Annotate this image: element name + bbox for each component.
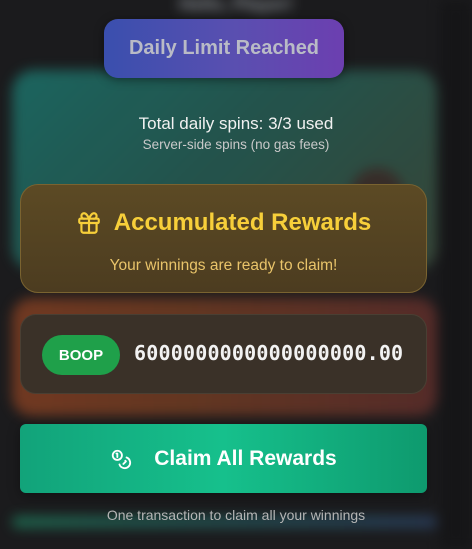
token-symbol: BOOP [58, 346, 104, 364]
rewards-subtitle: Your winnings are ready to claim! [109, 257, 338, 274]
background-header: Hello, Player! [178, 0, 294, 14]
modal-stage: Hello, Player! Daily Limit Reached Total… [0, 0, 472, 549]
daily-limit-label: Daily Limit Reached [128, 37, 320, 59]
claim-button-label: Claim All Rewards [154, 446, 337, 470]
spins-subtext: Server-side spins (no gas fees) [142, 137, 330, 152]
reward-amount-value: 6000000000000000000.00 [134, 341, 404, 365]
claim-all-rewards-button[interactable]: Claim All Rewards [20, 424, 427, 493]
accumulated-rewards-card: Accumulated Rewards Your winnings are re… [20, 184, 427, 293]
background-side-panel [440, 0, 472, 549]
claim-footer-note: One transaction to claim all your winnin… [106, 507, 366, 523]
coins-icon [112, 449, 132, 469]
rewards-title: Accumulated Rewards [113, 209, 372, 236]
gift-icon [77, 212, 100, 234]
rewards-title-row: Accumulated Rewards [21, 209, 426, 237]
token-badge: BOOP [42, 335, 120, 375]
daily-limit-badge: Daily Limit Reached [104, 19, 344, 78]
total-spins-text: Total daily spins: 3/3 used [138, 114, 334, 133]
reward-amount-card: BOOP 6000000000000000000.00 [20, 314, 427, 394]
